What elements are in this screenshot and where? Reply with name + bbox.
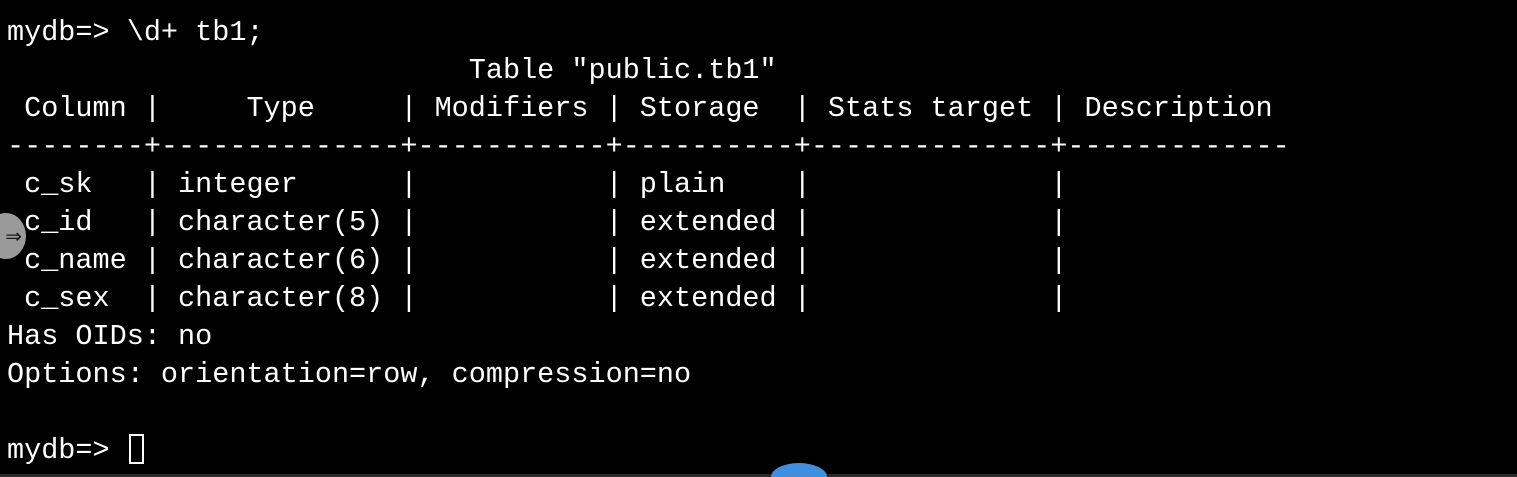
- table-row: c_sex | character(8) | | extended | |: [7, 282, 1068, 315]
- table-row: c_id | character(5) | | extended | |: [7, 206, 1068, 239]
- options-line: Options: orientation=row, compression=no: [7, 358, 692, 391]
- table-row: c_sk | integer | | plain | |: [7, 168, 1068, 201]
- prompt-text: mydb=>: [7, 434, 127, 467]
- prompt-line[interactable]: mydb=>: [7, 432, 1517, 470]
- table-title: Table "public.tb1": [7, 54, 777, 87]
- table-row: c_name | character(6) | | extended | |: [7, 244, 1068, 277]
- table-header-row: Column | Type | Modifiers | Storage | St…: [7, 92, 1273, 125]
- table-separator: --------+--------------+-----------+----…: [7, 130, 1290, 163]
- command-line: mydb=> \d+ tb1;: [7, 16, 264, 49]
- has-oids-line: Has OIDs: no: [7, 320, 213, 353]
- scroll-up-indicator[interactable]: [771, 463, 827, 477]
- terminal-window[interactable]: mydb=> \d+ tb1; Table "public.tb1" Colum…: [0, 0, 1517, 477]
- text-cursor: [128, 434, 144, 464]
